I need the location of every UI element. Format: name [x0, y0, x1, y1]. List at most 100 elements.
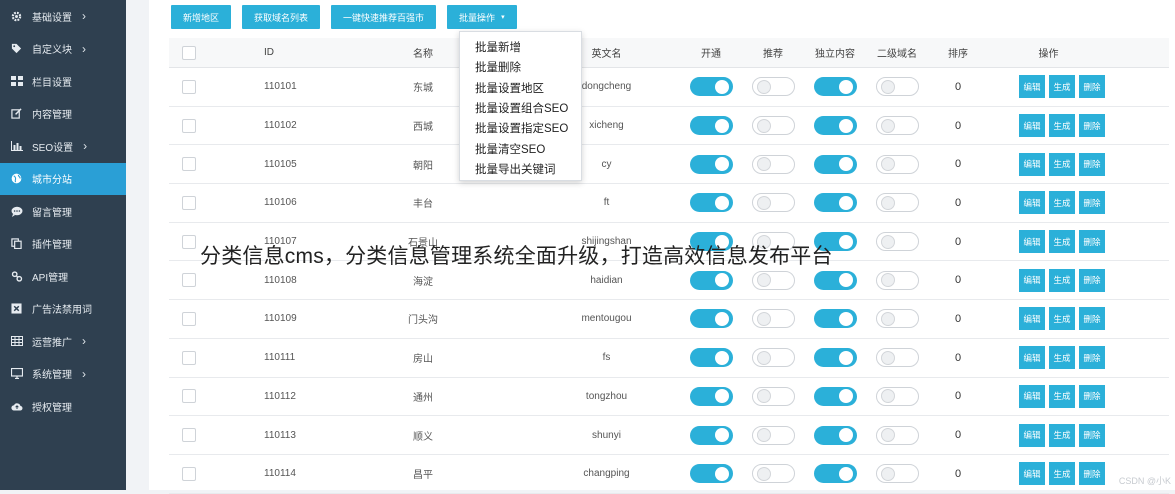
- recommend-toggle[interactable]: [751, 464, 795, 484]
- enabled-toggle[interactable]: [689, 425, 733, 445]
- batch-menu-item-3[interactable]: 批量设置组合SEO: [460, 98, 581, 118]
- edit-button[interactable]: 编辑: [1019, 423, 1045, 447]
- generate-button[interactable]: 生成: [1049, 152, 1075, 176]
- subdomain-toggle[interactable]: [875, 464, 919, 484]
- edit-button[interactable]: 编辑: [1019, 307, 1045, 331]
- edit-button[interactable]: 编辑: [1019, 384, 1045, 408]
- recommend-toggle[interactable]: [751, 193, 795, 213]
- subdomain-toggle[interactable]: [875, 386, 919, 406]
- sidebar-item-9[interactable]: 广告法禁用词: [0, 293, 126, 326]
- subdomain-toggle[interactable]: [875, 193, 919, 213]
- batch-ops-button[interactable]: 批量操作 ▾: [447, 5, 517, 29]
- sidebar-item-10[interactable]: 运营推广 ›: [0, 325, 126, 358]
- batch-menu-item-2[interactable]: 批量设置地区: [460, 78, 581, 98]
- edit-button[interactable]: 编辑: [1019, 152, 1045, 176]
- standalone-toggle[interactable]: [813, 116, 857, 136]
- generate-button[interactable]: 生成: [1049, 75, 1075, 99]
- delete-button[interactable]: 删除: [1079, 75, 1105, 99]
- delete-button[interactable]: 删除: [1079, 384, 1105, 408]
- row-checkbox[interactable]: [182, 79, 196, 94]
- recommend-toggle[interactable]: [751, 348, 795, 368]
- delete-button[interactable]: 删除: [1079, 346, 1105, 370]
- select-all-checkbox[interactable]: [182, 45, 196, 60]
- sidebar-item-3[interactable]: 内容管理: [0, 98, 126, 131]
- enabled-toggle[interactable]: [689, 116, 733, 136]
- row-checkbox[interactable]: [182, 118, 196, 133]
- edit-button[interactable]: 编辑: [1019, 346, 1045, 370]
- row-checkbox[interactable]: [182, 195, 196, 210]
- recommend-toggle[interactable]: [751, 425, 795, 445]
- generate-button[interactable]: 生成: [1049, 307, 1075, 331]
- subdomain-toggle[interactable]: [875, 232, 919, 252]
- sidebar-item-6[interactable]: 留言管理: [0, 195, 126, 228]
- standalone-toggle[interactable]: [813, 386, 857, 406]
- enabled-toggle[interactable]: [689, 154, 733, 174]
- batch-menu-item-6[interactable]: 批量导出关键词: [460, 159, 581, 179]
- enabled-toggle[interactable]: [689, 386, 733, 406]
- enabled-toggle[interactable]: [689, 193, 733, 213]
- batch-menu-item-4[interactable]: 批量设置指定SEO: [460, 118, 581, 138]
- row-checkbox[interactable]: [182, 466, 196, 481]
- edit-button[interactable]: 编辑: [1019, 462, 1045, 486]
- sidebar-item-2[interactable]: 栏目设置: [0, 65, 126, 98]
- add-region-button[interactable]: 新增地区: [171, 5, 232, 29]
- standalone-toggle[interactable]: [813, 154, 857, 174]
- generate-button[interactable]: 生成: [1049, 346, 1075, 370]
- delete-button[interactable]: 删除: [1079, 462, 1105, 486]
- edit-button[interactable]: 编辑: [1019, 114, 1045, 138]
- enabled-toggle[interactable]: [689, 77, 733, 97]
- standalone-toggle[interactable]: [813, 425, 857, 445]
- delete-button[interactable]: 删除: [1079, 191, 1105, 215]
- subdomain-toggle[interactable]: [875, 425, 919, 445]
- generate-button[interactable]: 生成: [1049, 423, 1075, 447]
- row-checkbox[interactable]: [182, 273, 196, 288]
- batch-menu-item-5[interactable]: 批量清空SEO: [460, 138, 581, 158]
- batch-menu-item-0[interactable]: 批量新增: [460, 37, 581, 57]
- edit-button[interactable]: 编辑: [1019, 230, 1045, 254]
- delete-button[interactable]: 删除: [1079, 423, 1105, 447]
- recommend-toggle[interactable]: [751, 154, 795, 174]
- fetch-domains-button[interactable]: 获取域名列表: [242, 5, 321, 29]
- delete-button[interactable]: 删除: [1079, 114, 1105, 138]
- delete-button[interactable]: 删除: [1079, 152, 1105, 176]
- sidebar-item-0[interactable]: 基础设置 ›: [0, 0, 126, 33]
- standalone-toggle[interactable]: [813, 309, 857, 329]
- standalone-toggle[interactable]: [813, 348, 857, 368]
- recommend-toggle[interactable]: [751, 386, 795, 406]
- delete-button[interactable]: 删除: [1079, 268, 1105, 292]
- enabled-toggle[interactable]: [689, 309, 733, 329]
- sidebar-item-11[interactable]: 系统管理 ›: [0, 358, 126, 391]
- enabled-toggle[interactable]: [689, 464, 733, 484]
- enabled-toggle[interactable]: [689, 270, 733, 290]
- standalone-toggle[interactable]: [813, 464, 857, 484]
- sidebar-item-12[interactable]: 授权管理: [0, 390, 126, 423]
- subdomain-toggle[interactable]: [875, 309, 919, 329]
- generate-button[interactable]: 生成: [1049, 384, 1075, 408]
- row-checkbox[interactable]: [182, 311, 196, 326]
- sidebar-item-4[interactable]: SEO设置 ›: [0, 130, 126, 163]
- sidebar-item-7[interactable]: 插件管理: [0, 228, 126, 261]
- generate-button[interactable]: 生成: [1049, 230, 1075, 254]
- standalone-toggle[interactable]: [813, 270, 857, 290]
- recommend-toggle[interactable]: [751, 309, 795, 329]
- subdomain-toggle[interactable]: [875, 116, 919, 136]
- subdomain-toggle[interactable]: [875, 348, 919, 368]
- sidebar-item-5[interactable]: 城市分站: [0, 162, 126, 195]
- subdomain-toggle[interactable]: [875, 77, 919, 97]
- row-checkbox[interactable]: [182, 389, 196, 404]
- standalone-toggle[interactable]: [813, 193, 857, 213]
- delete-button[interactable]: 删除: [1079, 230, 1105, 254]
- recommend-toggle[interactable]: [751, 270, 795, 290]
- row-checkbox[interactable]: [182, 234, 196, 249]
- delete-button[interactable]: 删除: [1079, 307, 1105, 331]
- standalone-toggle[interactable]: [813, 77, 857, 97]
- enabled-toggle[interactable]: [689, 348, 733, 368]
- sidebar-item-8[interactable]: API管理: [0, 260, 126, 293]
- edit-button[interactable]: 编辑: [1019, 191, 1045, 215]
- row-checkbox[interactable]: [182, 428, 196, 443]
- generate-button[interactable]: 生成: [1049, 268, 1075, 292]
- batch-menu-item-1[interactable]: 批量删除: [460, 57, 581, 77]
- edit-button[interactable]: 编辑: [1019, 268, 1045, 292]
- row-checkbox[interactable]: [182, 157, 196, 172]
- push-baidu-button[interactable]: 一键快速推荐百强市: [331, 5, 437, 29]
